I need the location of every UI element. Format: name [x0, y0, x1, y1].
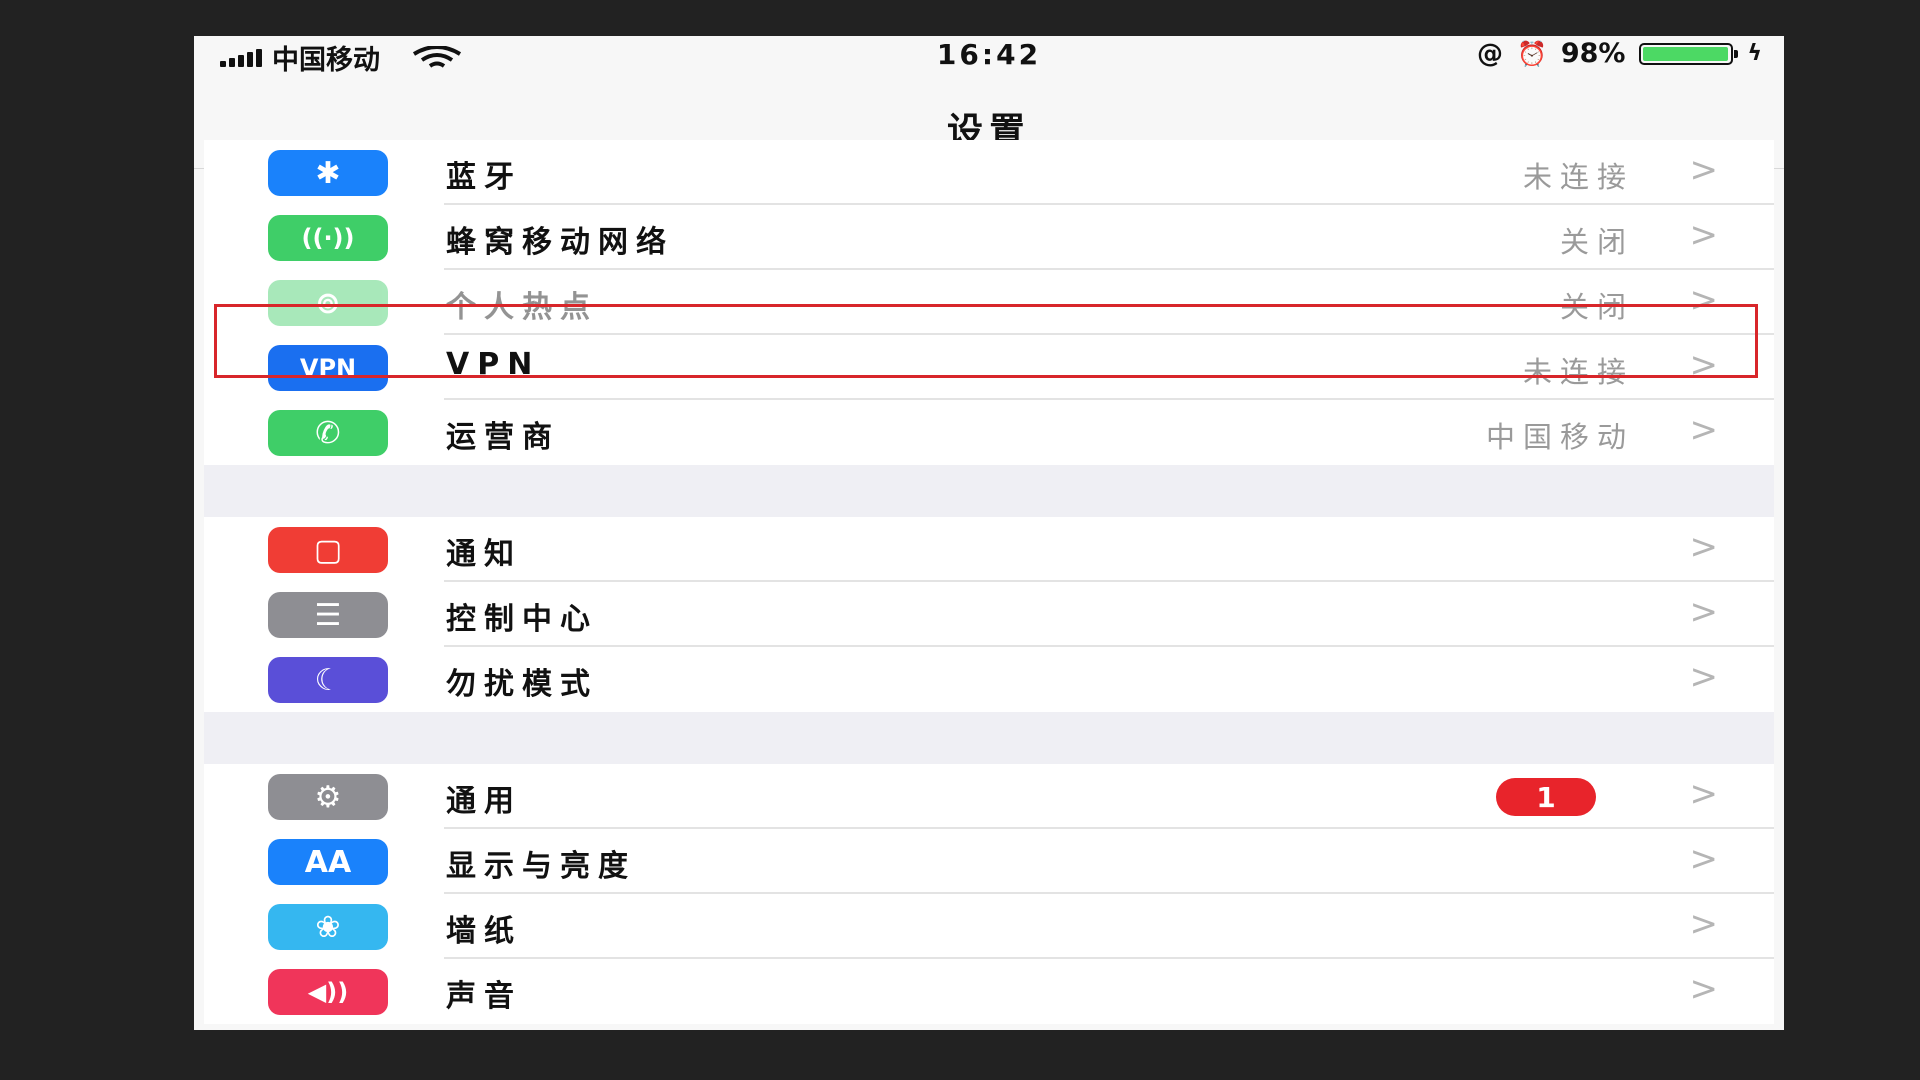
settings-row-label: VPN — [446, 347, 541, 382]
gear-icon: ⚙ — [268, 774, 388, 820]
display-aa-icon: AA — [268, 839, 388, 885]
chevron-right-icon: > — [1689, 345, 1719, 385]
vpn-icon: VPN — [268, 345, 388, 391]
settings-row-label: 运营商 — [446, 420, 560, 455]
update-badge: 1 — [1496, 778, 1596, 816]
settings-row-label: 显示与亮度 — [446, 849, 636, 884]
chevron-right-icon: > — [1689, 774, 1719, 814]
settings-row[interactable]: ⚙ 通用 1 > — [204, 764, 1774, 829]
chevron-right-icon: > — [1689, 592, 1719, 632]
settings-row-value: 未连接 — [1522, 355, 1634, 389]
chevron-right-icon: > — [1689, 904, 1719, 944]
settings-row[interactable]: ✱ 蓝牙 未连接 > — [204, 140, 1774, 205]
phone-screen: 中国移动 16:42 @ ⏰ 98% ϟ 设置 ✱ 蓝牙 未连接 > ((·)) 蜂窝移动… — [194, 36, 1784, 1030]
chevron-right-icon: > — [1689, 657, 1719, 697]
chevron-right-icon: > — [1689, 280, 1719, 320]
chevron-right-icon: > — [1689, 839, 1719, 879]
settings-row-value: 中国移动 — [1485, 420, 1634, 454]
status-bar: 中国移动 16:42 @ ⏰ 98% ϟ — [194, 36, 1784, 76]
settings-row[interactable]: ((·)) 蜂窝移动网络 关闭 > — [204, 205, 1774, 270]
battery-icon — [1639, 42, 1739, 65]
hotspot-chain-icon: ⊚ — [268, 280, 388, 326]
settings-row-value: 未连接 — [1522, 160, 1634, 194]
settings-row[interactable]: VPN VPN 未连接 > — [204, 335, 1774, 400]
notifications-icon: ▢ — [268, 527, 388, 573]
battery-percent: 98% — [1560, 38, 1626, 69]
settings-row[interactable]: ◀)) 声音 > — [204, 959, 1774, 1024]
chevron-right-icon: > — [1689, 150, 1719, 190]
settings-row-label: 墙纸 — [446, 914, 522, 949]
settings-row-label: 勿扰模式 — [446, 667, 598, 702]
settings-row[interactable]: ☰ 控制中心 > — [204, 582, 1774, 647]
charging-bolt-icon: ϟ — [1747, 41, 1762, 66]
chevron-right-icon: > — [1689, 215, 1719, 255]
chevron-right-icon: > — [1689, 527, 1719, 567]
settings-row[interactable]: ⊚ 个人热点 关闭 > — [204, 270, 1774, 335]
battery-level-fill — [1643, 46, 1728, 61]
settings-list: ✱ 蓝牙 未连接 > ((·)) 蜂窝移动网络 关闭 > ⊚ 个人热点 关闭 > VPN VPN 未连接 > ✆… — [204, 140, 1774, 1024]
settings-row-label: 控制中心 — [446, 602, 598, 637]
control-center-icon: ☰ — [268, 592, 388, 638]
cellular-antenna-icon: ((·)) — [268, 215, 388, 261]
settings-row[interactable]: ❀ 墙纸 > — [204, 894, 1774, 959]
settings-row-label: 蓝牙 — [446, 160, 522, 195]
wallpaper-flower-icon: ❀ — [268, 904, 388, 950]
settings-row-label: 通知 — [446, 537, 522, 572]
settings-row[interactable]: ✆ 运营商 中国移动 > — [204, 400, 1774, 465]
section-separator — [204, 712, 1774, 764]
bluetooth-icon: ✱ — [268, 150, 388, 196]
settings-row-value: 关闭 — [1559, 225, 1634, 259]
settings-row-label: 通用 — [446, 784, 522, 819]
settings-row-label: 声音 — [446, 979, 522, 1014]
settings-row-label: 个人热点 — [446, 290, 598, 325]
alarm-clock-icon: ⏰ — [1516, 39, 1547, 68]
settings-row[interactable]: AA 显示与亮度 > — [204, 829, 1774, 894]
phone-icon: ✆ — [268, 410, 388, 456]
moon-icon: ☾ — [268, 657, 388, 703]
section-separator — [204, 465, 1774, 517]
settings-row[interactable]: ▢ 通知 > — [204, 517, 1774, 582]
chevron-right-icon: > — [1689, 969, 1719, 1009]
settings-row[interactable]: ☾ 勿扰模式 > — [204, 647, 1774, 712]
chevron-right-icon: > — [1689, 410, 1719, 450]
speaker-icon: ◀)) — [268, 969, 388, 1015]
settings-row-label: 蜂窝移动网络 — [446, 225, 674, 260]
orientation-lock-icon: @ — [1476, 38, 1503, 69]
settings-row-value: 关闭 — [1559, 290, 1634, 324]
